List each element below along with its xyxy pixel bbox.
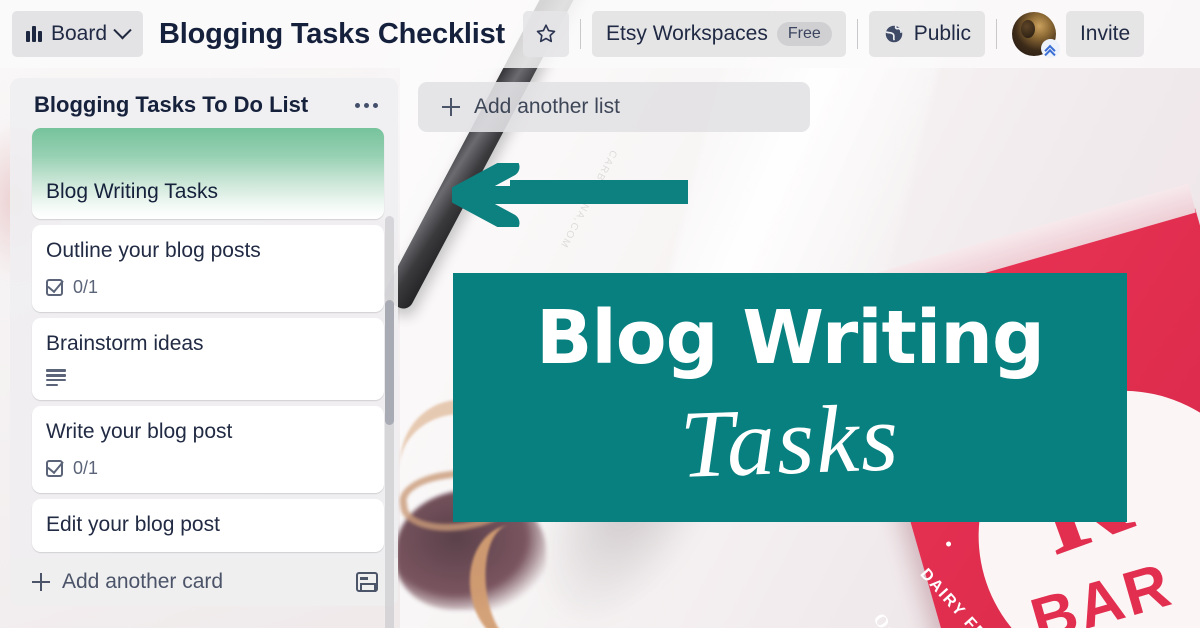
board-icon (26, 26, 42, 42)
overlay-banner: Blog Writing Tasks (453, 273, 1127, 522)
workspace-label: Etsy Workspaces (606, 22, 768, 45)
card-title: Write your blog post (46, 420, 233, 444)
add-another-list-button[interactable]: Add another list (418, 82, 810, 132)
card-badges (46, 369, 370, 387)
description-icon (46, 369, 66, 387)
plan-badge: Free (776, 22, 832, 46)
workspace-button[interactable]: Etsy Workspaces Free (592, 11, 846, 57)
card-title: Outline your blog posts (46, 238, 261, 262)
checklist-count: 0/1 (73, 276, 99, 297)
chevron-down-icon (113, 20, 132, 39)
ellipsis-dot (355, 102, 360, 108)
header-divider-1 (580, 19, 582, 49)
add-another-card-label: Add another card (62, 569, 224, 593)
list-scrollbar-track[interactable] (385, 216, 394, 628)
header-divider-2 (856, 19, 858, 49)
plus-icon (32, 572, 50, 591)
list-footer: Add another card (10, 557, 398, 606)
globe-icon (885, 25, 902, 43)
card-template-icon[interactable] (356, 571, 378, 592)
card-badges: 0/1 (46, 458, 370, 479)
list-item[interactable]: Write your blog post 0/1 (32, 406, 384, 494)
board-view-label: Board (51, 22, 108, 45)
list-item[interactable]: Outline your blog posts 0/1 (32, 224, 384, 312)
card-badges: 0/1 (46, 277, 370, 298)
checklist-icon (46, 460, 63, 478)
invite-button[interactable]: Invite (1065, 11, 1145, 57)
list-item[interactable]: Brainstorm ideas (32, 317, 384, 401)
card-title: Blog Writing Tasks (46, 180, 218, 203)
card-title: Edit your blog post (46, 513, 220, 537)
ellipsis-dot (373, 102, 378, 108)
add-another-list-label: Add another list (474, 95, 620, 118)
star-board-button[interactable] (523, 11, 570, 57)
card-list[interactable]: Blog Writing Tasks Outline your blog pos… (10, 128, 398, 558)
list-column: Blogging Tasks To Do List Blog Writing T… (10, 78, 398, 628)
header-divider-3 (995, 19, 997, 49)
avatar-face (1020, 20, 1035, 38)
list-title: Blogging Tasks To Do List (34, 92, 309, 117)
list-item[interactable]: Edit your blog post (32, 499, 384, 552)
list-header: Blogging Tasks To Do List (10, 86, 398, 128)
app-header: Board Blogging Tasks Checklist Etsy Work… (0, 0, 1200, 68)
checklist-icon (46, 278, 63, 296)
avatar[interactable] (1011, 12, 1060, 60)
card-title: Brainstorm ideas (46, 331, 204, 355)
star-outline-icon (536, 24, 556, 43)
visibility-button[interactable]: Public (868, 11, 985, 57)
list-scrollbar-thumb[interactable] (385, 300, 394, 425)
screenshot-root: CARBON',NA,COM CRANB LL BATC DAIRY FREE … (0, 0, 1200, 628)
ellipsis-icon[interactable] (349, 97, 384, 114)
ellipsis-dot (364, 102, 369, 108)
list-item[interactable]: Blog Writing Tasks (32, 128, 384, 219)
plus-icon (442, 98, 460, 116)
premium-chevrons-icon (1040, 39, 1060, 60)
checklist-count: 0/1 (73, 458, 99, 479)
page-title: Blogging Tasks Checklist (159, 17, 506, 50)
invite-label: Invite (1079, 22, 1131, 45)
overlay-script-word: Tasks (678, 383, 902, 498)
board-view-switcher[interactable]: Board (12, 11, 144, 57)
photo-package-dot (945, 540, 952, 548)
visibility-label: Public (913, 22, 971, 45)
left-arrow-icon (452, 163, 688, 227)
overlay-headline: Blog Writing (536, 295, 1045, 381)
add-another-card-button[interactable]: Add another card (32, 570, 223, 594)
